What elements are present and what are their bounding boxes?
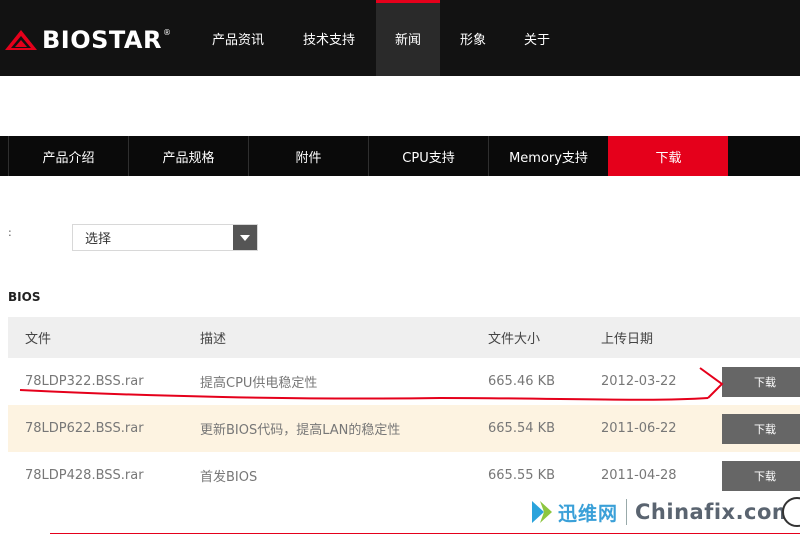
sub-nav-edge <box>0 136 8 176</box>
download-button[interactable]: 下载 <box>722 461 800 491</box>
row-date: 2012-03-22 <box>601 374 677 389</box>
header-desc: 描述 <box>200 332 227 347</box>
table-row: 78LDP322.BSS.rar 提高CPU供电稳定性 665.46 KB 20… <box>8 358 800 405</box>
row-file: 78LDP322.BSS.rar <box>25 374 144 389</box>
tab-memory-support[interactable]: Memory支持 <box>488 136 608 176</box>
row-date: 2011-06-22 <box>601 421 677 436</box>
watermark-en-text: Chinafix.com <box>635 500 795 524</box>
header-date: 上传日期 <box>601 332 654 347</box>
tab-cpu-support[interactable]: CPU支持 <box>368 136 488 176</box>
header-size: 文件大小 <box>488 332 541 347</box>
watermark-separator <box>626 499 628 525</box>
top-nav-item-products[interactable]: 产品资讯 <box>194 0 282 76</box>
watermark-cn-text: 迅维网 <box>558 502 619 525</box>
brand-name: BIOSTAR <box>42 26 162 54</box>
bios-download-table: 文件 描述 文件大小 上传日期 78LDP322.BSS.rar 提高CPU供电… <box>8 317 800 499</box>
table-header: 文件 描述 文件大小 上传日期 <box>8 317 800 358</box>
row-desc: 首发BIOS <box>200 470 258 485</box>
row-size: 665.46 KB <box>488 374 556 389</box>
table-row: 78LDP622.BSS.rar 更新BIOS代码，提高LAN的稳定性 665.… <box>8 405 800 452</box>
download-button[interactable]: 下载 <box>722 414 800 444</box>
section-title-bios: BIOS <box>8 290 41 304</box>
top-nav-item-about[interactable]: 关于 <box>506 0 568 76</box>
row-file: 78LDP622.BSS.rar <box>25 421 144 436</box>
tab-product-spec[interactable]: 产品规格 <box>128 136 248 176</box>
top-nav-item-news[interactable]: 新闻 <box>376 0 440 76</box>
top-nav: 产品资讯 技术支持 新闻 形象 关于 <box>194 0 568 76</box>
top-nav-item-support[interactable]: 技术支持 <box>282 0 376 76</box>
header-file: 文件 <box>25 332 52 347</box>
filter-label: : <box>8 226 12 239</box>
category-select[interactable]: 选择 <box>72 224 258 251</box>
download-button[interactable]: 下载 <box>722 367 800 397</box>
biostar-logo[interactable]: BIOSTAR ® <box>4 20 171 60</box>
row-file: 78LDP428.BSS.rar <box>25 468 144 483</box>
category-select-value: 选择 <box>85 232 112 247</box>
row-size: 665.54 KB <box>488 421 556 436</box>
top-header: BIOSTAR ® 产品资讯 技术支持 新闻 形象 关于 <box>0 0 800 76</box>
chinafix-logo-icon <box>532 501 552 523</box>
product-sub-nav: 产品介绍 产品规格 附件 CPU支持 Memory支持 下载 <box>0 136 800 176</box>
row-desc: 更新BIOS代码，提高LAN的稳定性 <box>200 423 401 438</box>
chinafix-watermark: 迅维网 Chinafix.com <box>522 489 800 535</box>
biostar-logo-icon <box>5 30 37 50</box>
tab-product-intro[interactable]: 产品介绍 <box>8 136 128 176</box>
top-nav-item-image[interactable]: 形象 <box>440 0 506 76</box>
brand-reg-mark: ® <box>162 27 171 37</box>
chevron-down-icon[interactable] <box>233 225 257 250</box>
tab-accessories[interactable]: 附件 <box>248 136 368 176</box>
row-desc: 提高CPU供电稳定性 <box>200 376 318 391</box>
tab-download[interactable]: 下载 <box>608 136 728 176</box>
